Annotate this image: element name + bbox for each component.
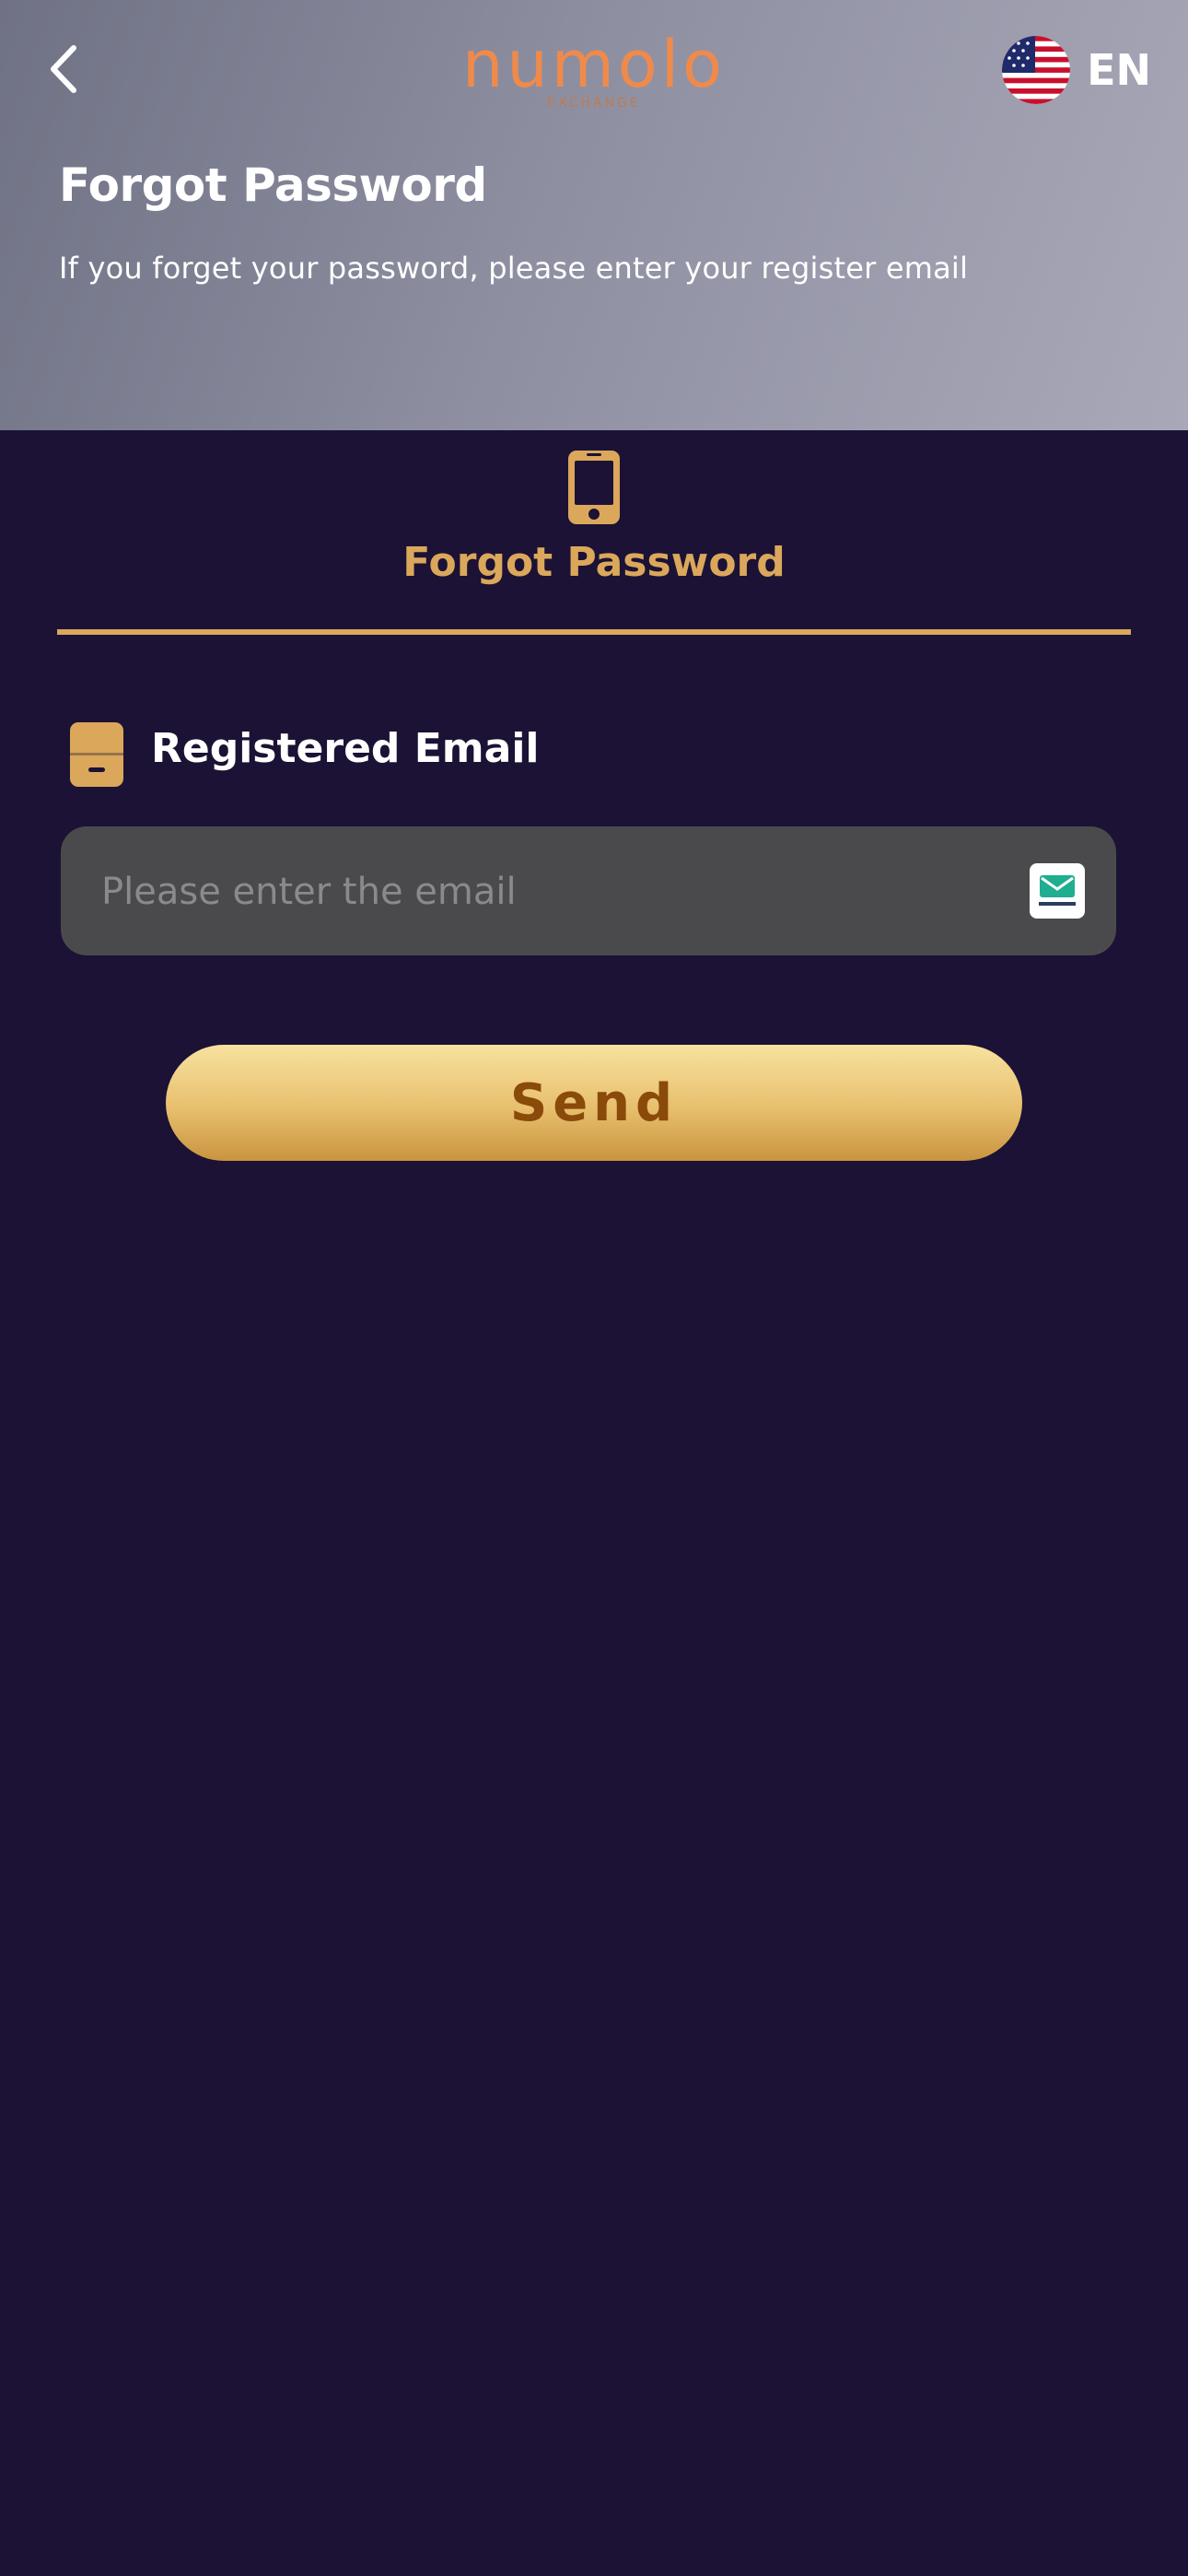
tempmail-icon <box>1039 875 1076 906</box>
language-code: EN <box>1087 45 1151 95</box>
chevron-left-icon <box>51 45 76 93</box>
tab-label: Forgot Password <box>402 539 786 586</box>
send-button[interactable]: Send <box>166 1045 1022 1161</box>
email-field-icon <box>70 722 123 787</box>
tab-active-indicator <box>57 629 1131 635</box>
us-flag-icon <box>1002 36 1071 104</box>
email-input[interactable] <box>99 826 1024 957</box>
language-selector[interactable]: EN <box>1002 35 1151 105</box>
tempmail-button[interactable] <box>1030 863 1085 919</box>
logo-text: numolo <box>461 27 727 102</box>
email-field-label: Registered Email <box>151 725 540 772</box>
page-title: Forgot Password <box>59 158 487 212</box>
logo: numolo EXCHANGE <box>437 28 751 120</box>
smartphone-icon <box>568 451 620 524</box>
back-button[interactable] <box>37 37 92 101</box>
header: numolo EXCHANGE EN Forgot Password If yo… <box>0 0 1188 430</box>
page-description: If you forget your password, please ente… <box>59 251 969 286</box>
email-field-container <box>61 826 1116 957</box>
